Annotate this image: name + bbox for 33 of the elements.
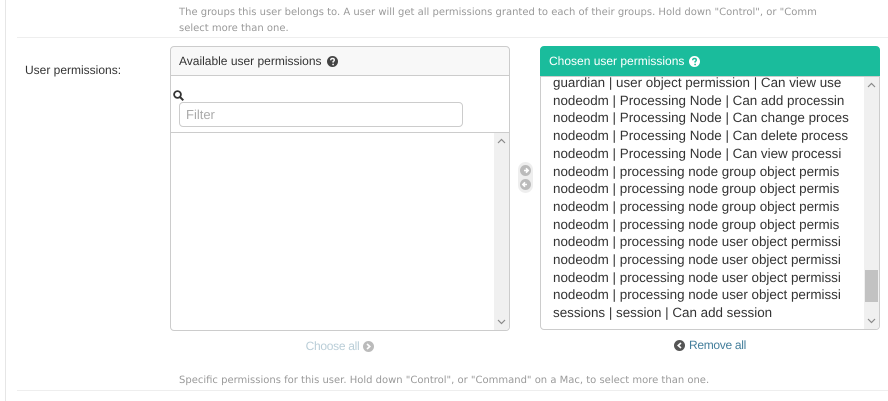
help-text: Specific permissions for this user. Hold down "Control", or "Command" on a Mac, to select more than one. [179, 374, 710, 388]
chosen-list[interactable] [540, 76, 880, 330]
list-option[interactable]: nodeodm | processing node group object permis [553, 198, 864, 216]
filter-field[interactable]: Filter [179, 102, 463, 127]
available-list[interactable] [170, 132, 510, 331]
scroll-up-icon [867, 82, 876, 88]
list-option[interactable]: nodeodm | processing node group object permis [553, 180, 864, 198]
list-option[interactable]: sessions | session | Can add session [553, 304, 864, 322]
help-text: select more than one. [179, 22, 290, 36]
list-option[interactable]: nodeodm | processing node user object permissi [553, 251, 864, 269]
scroll-down-icon [867, 318, 876, 324]
search-icon [173, 90, 184, 101]
list-option[interactable]: nodeodm | processing node user object permissi [553, 268, 864, 286]
help-text: The groups this user belongs to. A user will get all permissions granted to each of their groups. Hold down "Control", or "Comm [179, 6, 818, 20]
panel-title: Available user permissions [179, 54, 322, 68]
list-option[interactable]: nodeodm | processing node user object permissi [553, 233, 864, 252]
help-icon [689, 56, 700, 66]
list-option[interactable]: nodeodm | processing node user object permissi [553, 286, 864, 304]
scrollbar-thumb[interactable] [865, 270, 878, 302]
remove-all-link[interactable]: Remove all [688, 338, 746, 352]
list-option[interactable]: nodeodm | processing node group object permis [553, 162, 864, 180]
scroll-down-icon [497, 319, 506, 325]
list-option[interactable]: nodeodm | Processing Node | Can delete process [553, 127, 864, 145]
list-option[interactable]: nodeodm | processing node group object permis [553, 216, 864, 234]
list-option[interactable]: nodeodm | Processing Node | Can view processi [553, 144, 864, 163]
panel-title: Chosen user permissions [549, 54, 684, 68]
list-option[interactable]: nodeodm | Processing Node | Can add processin [553, 92, 864, 110]
field-label: User permissions: [25, 63, 122, 77]
list-option[interactable]: nodeodm | Processing Node | Can change proces [553, 109, 864, 128]
list-option[interactable]: guardian | user object permission | Can view use [553, 77, 864, 92]
left-arrow-icon [674, 340, 685, 350]
scroll-up-icon [497, 138, 506, 144]
help-icon [326, 56, 338, 66]
